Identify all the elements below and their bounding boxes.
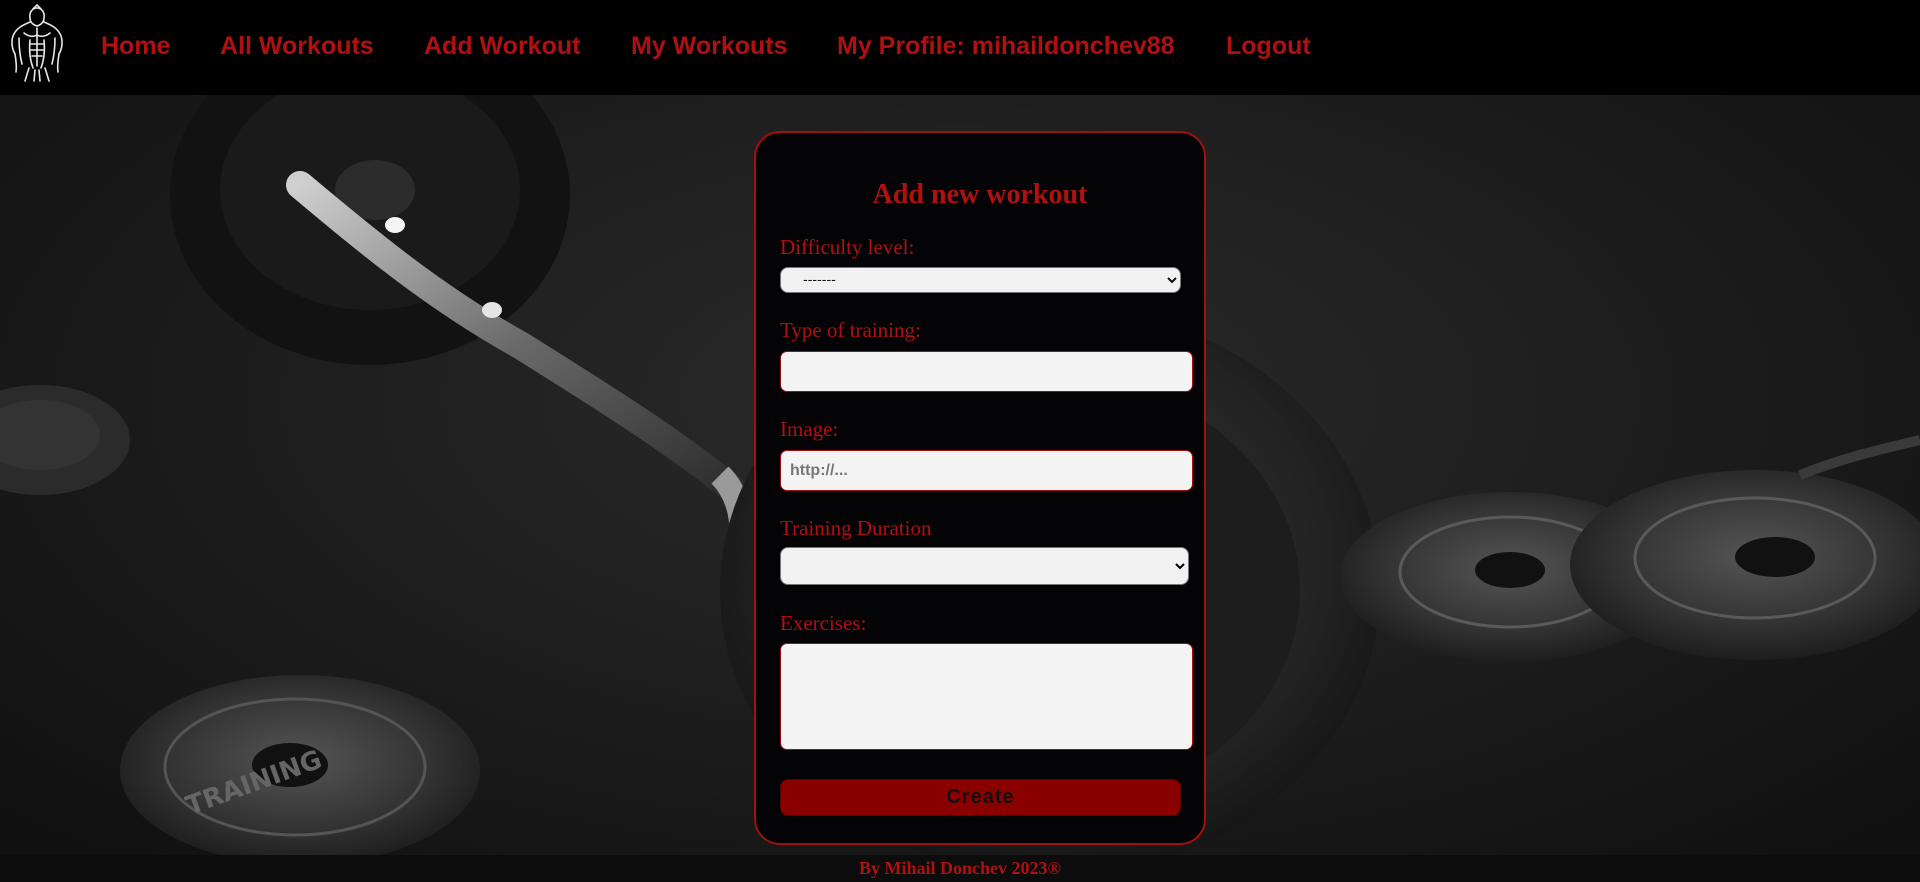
- form-title: Add new workout: [872, 179, 1088, 210]
- type-of-training-input[interactable]: [780, 351, 1193, 392]
- training-duration-select[interactable]: [780, 547, 1189, 585]
- difficulty-level-select[interactable]: -------: [780, 267, 1181, 293]
- nav-logout-link[interactable]: Logout: [1226, 31, 1311, 61]
- create-button[interactable]: Create: [780, 779, 1181, 816]
- exercises-textarea[interactable]: [780, 643, 1193, 750]
- nav-add-workout-link[interactable]: Add Workout: [424, 31, 580, 61]
- training-duration-label: Training Duration: [780, 516, 932, 540]
- exercises-label: Exercises:: [780, 611, 867, 635]
- top-navbar: Home All Workouts Add Workout My Workout…: [0, 0, 1920, 95]
- nav-all-workouts-link[interactable]: All Workouts: [220, 31, 374, 61]
- difficulty-level-label: Difficulty level:: [780, 235, 915, 259]
- add-workout-form: Add new workout Difficulty level: ------…: [754, 131, 1206, 845]
- nav-my-workouts-link[interactable]: My Workouts: [631, 31, 788, 61]
- nav-home-link[interactable]: Home: [101, 31, 170, 61]
- page-footer: By Mihail Donchev 2023®: [0, 855, 1920, 882]
- footer-copyright: By Mihail Donchev 2023®: [859, 858, 1061, 878]
- image-label: Image:: [780, 417, 839, 441]
- image-url-input[interactable]: [780, 450, 1193, 491]
- bodybuilder-logo-icon[interactable]: [7, 3, 67, 82]
- nav-my-profile-link[interactable]: My Profile: mihaildonchev88: [837, 31, 1175, 61]
- type-of-training-label: Type of training:: [780, 318, 921, 342]
